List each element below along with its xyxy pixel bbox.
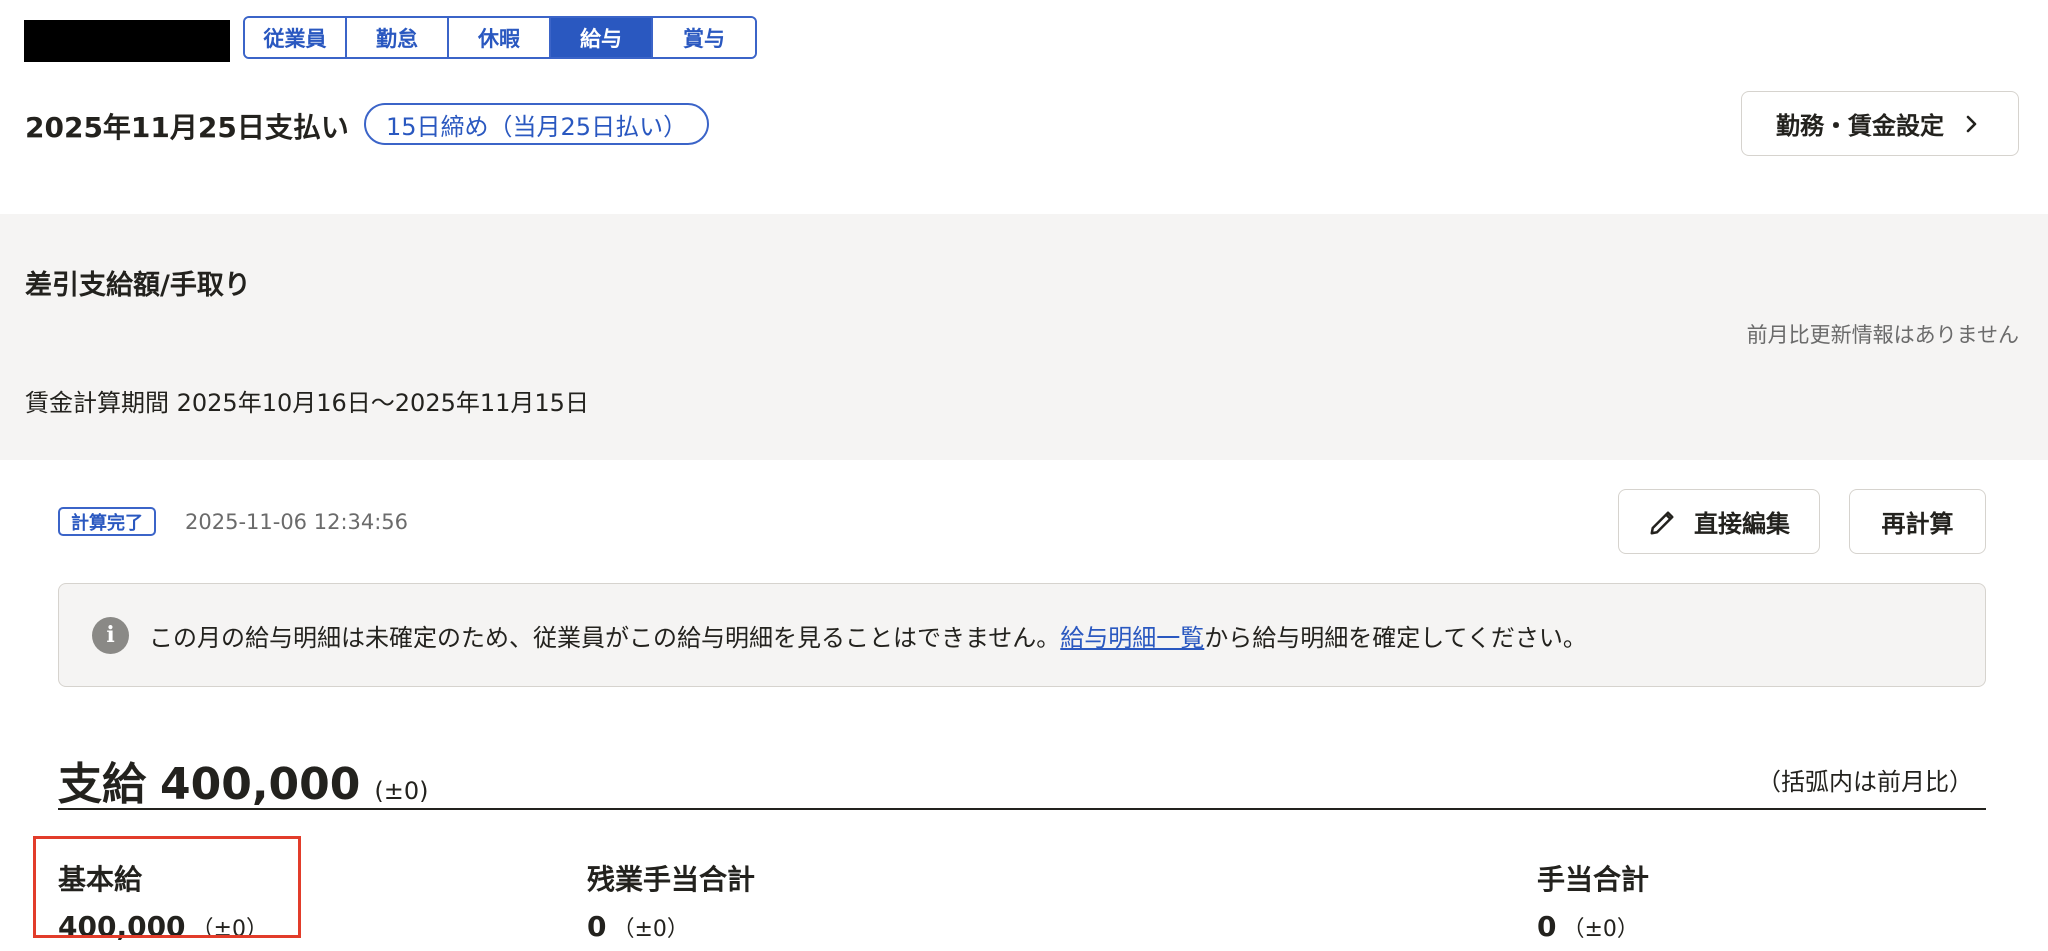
main-tabs: 従業員 勤怠 休暇 給与 賞与 <box>243 16 757 59</box>
unconfirmed-notice: i この月の給与明細は未確定のため、従業員がこの給与明細を見ることはできません。… <box>58 583 1986 687</box>
redacted-company-name <box>24 20 230 62</box>
comparison-note: （括弧内は前月比） <box>1757 768 1973 796</box>
allowance-total-item: 手当合計 0 （±0） <box>1537 858 1649 943</box>
closing-rule-badge: 15日締め（当月25日払い） <box>364 103 710 145</box>
settings-button-label: 勤務・賃金設定 <box>1776 112 1944 140</box>
payment-diff: (±0) <box>374 777 429 805</box>
net-pay-summary-panel <box>0 214 2048 460</box>
net-pay-label: 差引支給額/手取り <box>25 270 251 301</box>
work-wage-settings-button[interactable]: 勤務・賃金設定 <box>1741 91 2019 156</box>
status-badge: 計算完了 <box>58 507 156 536</box>
tab-payroll[interactable]: 給与 <box>551 18 653 57</box>
payslip-list-link[interactable]: 給与明細一覧 <box>1060 624 1204 652</box>
recalculate-button[interactable]: 再計算 <box>1849 489 1986 554</box>
chevron-right-icon <box>1958 111 1984 137</box>
direct-edit-label: 直接編集 <box>1694 510 1790 538</box>
pencil-icon <box>1648 507 1678 537</box>
payment-label: 支給 <box>58 759 146 810</box>
previous-month-info: 前月比更新情報はありません <box>1746 323 2019 347</box>
tab-attendance[interactable]: 勤怠 <box>347 18 449 57</box>
payment-amount: 400,000 <box>160 759 361 810</box>
notice-text: この月の給与明細は未確定のため、従業員がこの給与明細を見ることはできません。給与… <box>149 623 1587 652</box>
item-name: 残業手当合計 <box>587 863 756 896</box>
overtime-total-item: 残業手当合計 0 （±0） <box>587 858 755 943</box>
payment-total: 支給 400,000 (±0) <box>58 748 429 812</box>
item-value: 0 （±0） <box>1537 910 1639 943</box>
direct-edit-button[interactable]: 直接編集 <box>1618 489 1820 554</box>
highlight-box <box>33 836 301 938</box>
item-value: 0 （±0） <box>587 910 689 943</box>
calculation-period: 賃金計算期間 2025年10月16日〜2025年11月15日 <box>25 389 589 417</box>
tab-employees[interactable]: 従業員 <box>245 18 347 57</box>
tab-leave[interactable]: 休暇 <box>449 18 551 57</box>
tab-bonus[interactable]: 賞与 <box>653 18 755 57</box>
calculated-timestamp: 2025-11-06 12:34:56 <box>185 510 409 534</box>
page-title: 2025年11月25日支払い <box>25 111 349 144</box>
info-icon: i <box>92 616 129 654</box>
divider <box>58 808 1986 810</box>
item-name: 手当合計 <box>1537 863 1650 896</box>
